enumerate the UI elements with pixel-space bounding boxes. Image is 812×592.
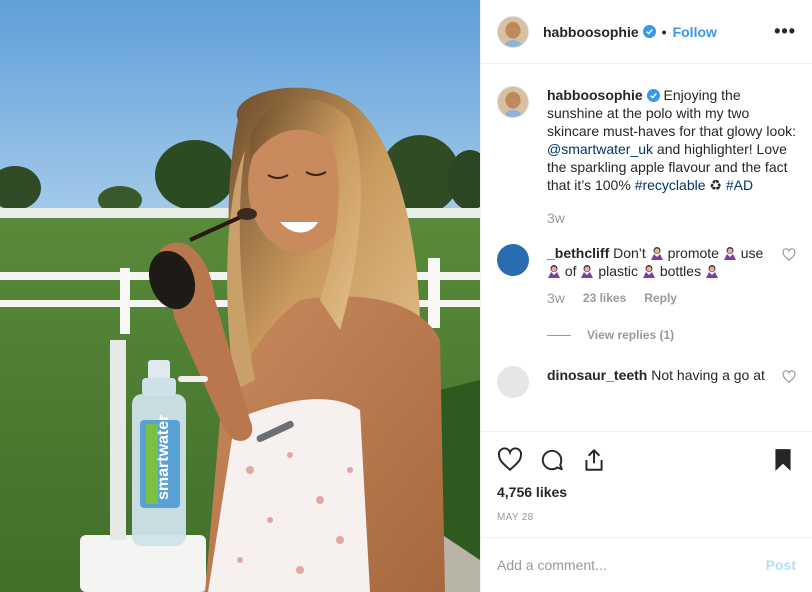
comment-row: _bethcliff Don’t promote use of plastic … bbox=[497, 244, 796, 280]
comment-word: use bbox=[740, 245, 764, 261]
caption-text: habboosophie Enjoying the sunshine at th… bbox=[547, 86, 796, 194]
author-avatar[interactable] bbox=[497, 15, 529, 48]
comment-word: promote bbox=[667, 245, 719, 261]
post-header: habboosophie • Follow ••• bbox=[481, 0, 812, 64]
comment-word: of bbox=[564, 263, 577, 279]
caption-row: habboosophie Enjoying the sunshine at th… bbox=[497, 86, 796, 194]
follow-button[interactable]: Follow bbox=[673, 24, 717, 40]
verified-badge-icon bbox=[646, 89, 660, 102]
caption-username[interactable]: habboosophie bbox=[547, 87, 643, 103]
comment-word: bottles bbox=[659, 263, 702, 279]
comment-word: Don’t bbox=[613, 245, 646, 261]
person-gesturing-no-emoji-icon bbox=[723, 247, 736, 260]
person-gesturing-no-emoji-icon bbox=[581, 265, 594, 278]
caption-avatar[interactable] bbox=[497, 86, 529, 118]
caption-meta: 3w bbox=[547, 210, 796, 226]
caption-time[interactable]: 3w bbox=[547, 210, 565, 226]
comment-likes[interactable]: 23 likes bbox=[583, 291, 626, 305]
hashtag-ad-link[interactable]: #AD bbox=[726, 177, 753, 193]
commenter-username[interactable]: _bethcliff bbox=[547, 245, 609, 261]
mention-link[interactable]: @smartwater_uk bbox=[547, 141, 653, 157]
commenter-avatar[interactable] bbox=[497, 244, 529, 276]
comment-text: _bethcliff Don’t promote use of plastic … bbox=[547, 244, 765, 280]
view-replies-label: View replies (1) bbox=[587, 328, 675, 342]
comment-word: plastic bbox=[598, 263, 639, 279]
action-icons bbox=[497, 432, 796, 488]
post-date[interactable]: MAY 28 bbox=[497, 512, 796, 537]
more-options-icon[interactable]: ••• bbox=[774, 21, 796, 42]
comment-body: Not having a go at bbox=[651, 367, 765, 383]
verified-badge-icon bbox=[642, 25, 656, 38]
commenter-username[interactable]: dinosaur_teeth bbox=[547, 367, 647, 383]
share-upload-icon[interactable] bbox=[581, 447, 607, 473]
like-comment-heart-icon[interactable] bbox=[782, 248, 796, 262]
view-replies-line bbox=[547, 334, 571, 336]
comment-text: dinosaur_teeth Not having a go at bbox=[547, 366, 765, 398]
author-username[interactable]: habboosophie bbox=[543, 24, 639, 40]
save-bookmark-icon[interactable] bbox=[770, 447, 796, 473]
comment-meta: 3w 23 likes Reply bbox=[547, 290, 796, 306]
person-gesturing-no-emoji-icon bbox=[705, 265, 718, 278]
reply-button[interactable]: Reply bbox=[644, 291, 677, 305]
photo-illustration: smartwater bbox=[0, 0, 480, 592]
add-comment-input[interactable] bbox=[497, 557, 766, 573]
post-sidebar: habboosophie • Follow ••• habboosophie E… bbox=[480, 0, 812, 592]
instagram-post: smartwater habboosophie • Follow ••• hab… bbox=[0, 0, 812, 592]
like-comment-heart-icon[interactable] bbox=[782, 370, 796, 384]
comment-row: dinosaur_teeth Not having a go at bbox=[497, 366, 796, 398]
header-separator: • bbox=[661, 23, 667, 40]
person-gesturing-no-emoji-icon bbox=[642, 265, 655, 278]
hashtag-recyclable-link[interactable]: #recyclable bbox=[635, 177, 706, 193]
add-comment-bar: Post bbox=[481, 537, 812, 592]
bottle-brand-text: smartwater bbox=[155, 415, 172, 500]
comments-section: habboosophie Enjoying the sunshine at th… bbox=[481, 64, 812, 431]
commenter-avatar[interactable] bbox=[497, 366, 529, 398]
view-replies-button[interactable]: View replies (1) bbox=[547, 328, 796, 342]
comment-bubble-icon[interactable] bbox=[539, 447, 565, 473]
post-actions: 4,756 likes MAY 28 bbox=[481, 431, 812, 537]
like-heart-icon[interactable] bbox=[497, 447, 523, 473]
likes-count[interactable]: 4,756 likes bbox=[497, 484, 796, 500]
person-gesturing-no-emoji-icon bbox=[548, 265, 560, 278]
post-comment-button[interactable]: Post bbox=[766, 557, 796, 573]
post-photo[interactable]: smartwater bbox=[0, 0, 480, 592]
person-gesturing-no-emoji-icon bbox=[650, 247, 663, 260]
comment-time[interactable]: 3w bbox=[547, 290, 565, 306]
recycle-icon: ♻ bbox=[709, 177, 722, 193]
